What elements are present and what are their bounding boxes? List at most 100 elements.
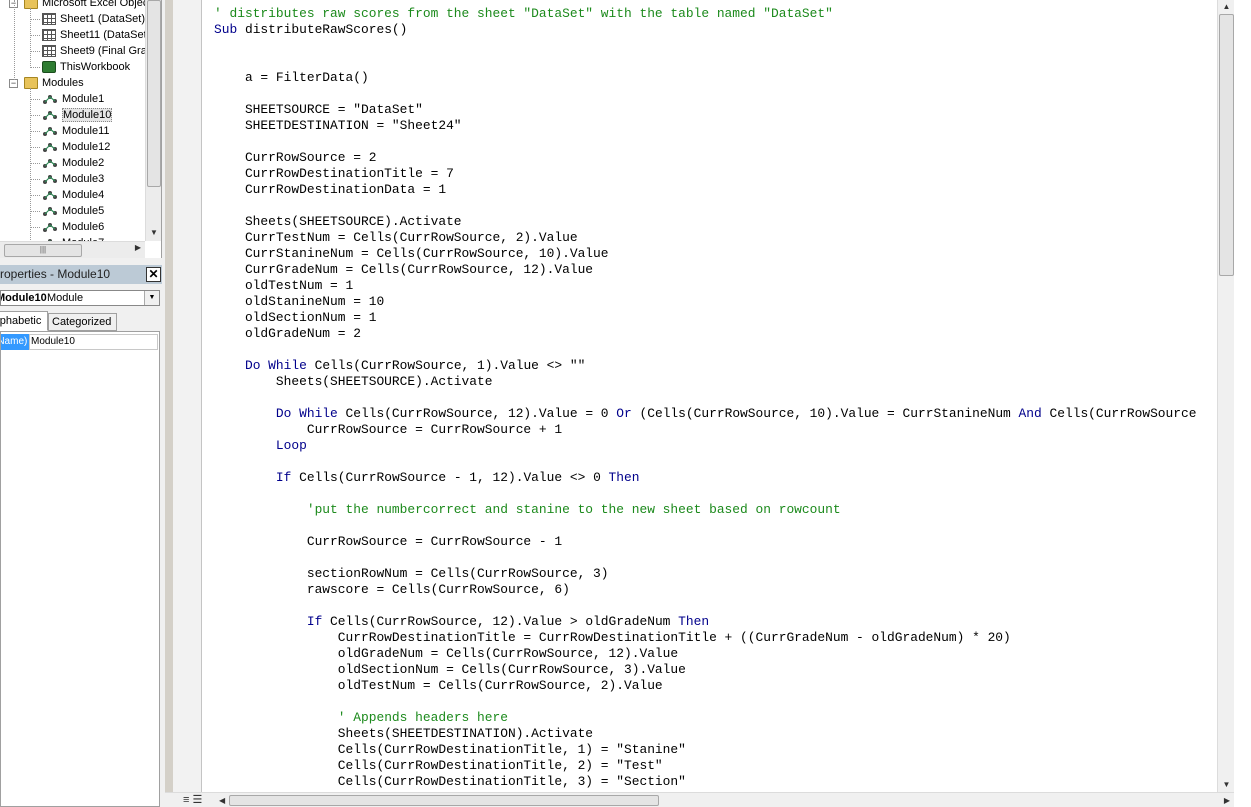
code-text: CurrRowSource = CurrRowSource - 1: [214, 534, 563, 549]
code-text: Sheets(SHEETDESTINATION).Activate: [214, 726, 594, 741]
object-selector[interactable]: Module10 Module ▼: [0, 290, 160, 306]
tree-item[interactable]: Sheet1 (DataSet): [42, 11, 145, 27]
scroll-right-arrow-icon[interactable]: ▶: [1224, 793, 1230, 807]
code-vertical-scrollbar[interactable]: ▲ ▼: [1217, 0, 1234, 792]
code-line[interactable]: oldSectionNum = Cells(CurrRowSource, 3).…: [214, 662, 1218, 678]
scroll-right-arrow-icon[interactable]: ▶: [135, 243, 141, 252]
code-line[interactable]: [214, 486, 1218, 502]
scroll-down-arrow-icon[interactable]: ▼: [146, 225, 161, 241]
tree-folder[interactable]: Modules: [24, 75, 84, 91]
code-line[interactable]: sectionRowNum = Cells(CurrRowSource, 3): [214, 566, 1218, 582]
code-line[interactable]: CurrStanineNum = Cells(CurrRowSource, 10…: [214, 246, 1218, 262]
property-row[interactable]: (Name) Module10: [1, 334, 159, 350]
tree-folder[interactable]: Microsoft Excel Objects: [24, 0, 157, 11]
code-line[interactable]: CurrRowDestinationData = 1: [214, 182, 1218, 198]
code-line[interactable]: CurrRowDestinationTitle = 7: [214, 166, 1218, 182]
tree-item[interactable]: Module1: [42, 91, 104, 107]
code-line[interactable]: [214, 454, 1218, 470]
code-line[interactable]: [214, 518, 1218, 534]
code-line[interactable]: [214, 86, 1218, 102]
code-line[interactable]: oldStanineNum = 10: [214, 294, 1218, 310]
code-line[interactable]: oldGradeNum = Cells(CurrRowSource, 12).V…: [214, 646, 1218, 662]
code-line[interactable]: CurrRowSource = CurrRowSource - 1: [214, 534, 1218, 550]
property-value[interactable]: Module10: [29, 334, 158, 350]
tab-alphabetic[interactable]: Alphabetic: [0, 311, 48, 331]
code-line[interactable]: [214, 342, 1218, 358]
scroll-down-arrow-icon[interactable]: ▼: [1218, 778, 1235, 792]
code-line[interactable]: CurrRowDestinationTitle = CurrRowDestina…: [214, 630, 1218, 646]
code-line[interactable]: Do While Cells(CurrRowSource, 12).Value …: [214, 406, 1218, 422]
code-line[interactable]: Sheets(SHEETDESTINATION).Activate: [214, 726, 1218, 742]
close-icon[interactable]: ✕: [146, 267, 161, 282]
code-line[interactable]: [214, 198, 1218, 214]
code-line[interactable]: [214, 38, 1218, 54]
code-line[interactable]: Cells(CurrRowDestinationTitle, 1) = "Sta…: [214, 742, 1218, 758]
code-line[interactable]: ' distributes raw scores from the sheet …: [214, 6, 1218, 22]
tree-item[interactable]: Module3: [42, 171, 104, 187]
code-line[interactable]: SHEETSOURCE = "DataSet": [214, 102, 1218, 118]
code-keyword: If: [275, 470, 292, 485]
scroll-thumb[interactable]: |||: [4, 244, 82, 257]
code-line[interactable]: Sub distributeRawScores(): [214, 22, 1218, 38]
code-line[interactable]: [214, 54, 1218, 70]
collapse-icon[interactable]: −: [9, 79, 18, 88]
code-line[interactable]: CurrRowSource = 2: [214, 150, 1218, 166]
code-line[interactable]: 'put the numbercorrect and stanine to th…: [214, 502, 1218, 518]
tree-item[interactable]: Module10: [42, 107, 113, 123]
code-line[interactable]: [214, 390, 1218, 406]
tree-item[interactable]: Module11: [42, 123, 110, 139]
scroll-thumb[interactable]: [229, 795, 659, 806]
tree-item[interactable]: Module5: [42, 203, 104, 219]
code-line[interactable]: [214, 598, 1218, 614]
code-line[interactable]: oldSectionNum = 1: [214, 310, 1218, 326]
project-vertical-scrollbar[interactable]: ▼: [145, 0, 161, 241]
chevron-down-icon[interactable]: ▼: [144, 291, 159, 305]
tree-item[interactable]: Module12: [42, 139, 110, 155]
code-margin[interactable]: [165, 0, 202, 792]
tree-item[interactable]: Module6: [42, 219, 104, 235]
code-line[interactable]: Sheets(SHEETSOURCE).Activate: [214, 374, 1218, 390]
tree-item[interactable]: Sheet9 (Final Grades): [42, 43, 161, 59]
code-line[interactable]: CurrTestNum = Cells(CurrRowSource, 2).Va…: [214, 230, 1218, 246]
code-line[interactable]: [214, 550, 1218, 566]
scroll-thumb[interactable]: [147, 0, 161, 187]
code-line[interactable]: oldGradeNum = 2: [214, 326, 1218, 342]
tree-item[interactable]: Module2: [42, 155, 104, 171]
code-line[interactable]: Sheets(SHEETSOURCE).Activate: [214, 214, 1218, 230]
code-line[interactable]: CurrRowSource = CurrRowSource + 1: [214, 422, 1218, 438]
code-line[interactable]: If Cells(CurrRowSource - 1, 12).Value <>…: [214, 470, 1218, 486]
scroll-thumb[interactable]: [1219, 14, 1234, 276]
code-line[interactable]: [214, 694, 1218, 710]
code-line[interactable]: CurrGradeNum = Cells(CurrRowSource, 12).…: [214, 262, 1218, 278]
tab-categorized[interactable]: Categorized: [48, 313, 117, 331]
code-line[interactable]: ' Appends headers here: [214, 710, 1218, 726]
code-line[interactable]: a = FilterData(): [214, 70, 1218, 86]
code-editor[interactable]: ' distributes raw scores from the sheet …: [214, 6, 1218, 792]
tree-item-label: Module10: [62, 108, 113, 122]
tree-item[interactable]: Module4: [42, 187, 104, 203]
scroll-left-arrow-icon[interactable]: ◀: [219, 793, 225, 807]
code-text: CurrRowSource = CurrRowSource + 1: [214, 422, 563, 437]
code-line[interactable]: Do While Cells(CurrRowSource, 1).Value <…: [214, 358, 1218, 374]
code-keyword: If: [306, 614, 323, 629]
code-line[interactable]: SHEETDESTINATION = "Sheet24": [214, 118, 1218, 134]
tree-connector: [30, 115, 40, 116]
code-line[interactable]: [214, 134, 1218, 150]
tree-item[interactable]: Sheet11 (DataSet): [42, 27, 150, 43]
property-key[interactable]: (Name): [1, 334, 29, 350]
code-horizontal-scrollbar[interactable]: ≡ ☰ ◀ ▶: [165, 792, 1234, 807]
code-line[interactable]: If Cells(CurrRowSource, 12).Value > oldG…: [214, 614, 1218, 630]
sheet-icon: [42, 29, 56, 42]
code-line[interactable]: rawscore = Cells(CurrRowSource, 6): [214, 582, 1218, 598]
code-line[interactable]: Loop: [214, 438, 1218, 454]
tree-item[interactable]: ThisWorkbook: [42, 59, 130, 75]
folder-icon: [24, 0, 38, 10]
view-toggle-icon[interactable]: ≡ ☰: [183, 793, 217, 807]
scroll-up-arrow-icon[interactable]: ▲: [1218, 0, 1235, 14]
code-line[interactable]: Cells(CurrRowDestinationTitle, 2) = "Tes…: [214, 758, 1218, 774]
project-horizontal-scrollbar[interactable]: ||| ▶: [0, 241, 145, 258]
code-line[interactable]: oldTestNum = 1: [214, 278, 1218, 294]
code-line[interactable]: Cells(CurrRowDestinationTitle, 3) = "Sec…: [214, 774, 1218, 790]
code-line[interactable]: oldTestNum = Cells(CurrRowSource, 2).Val…: [214, 678, 1218, 694]
